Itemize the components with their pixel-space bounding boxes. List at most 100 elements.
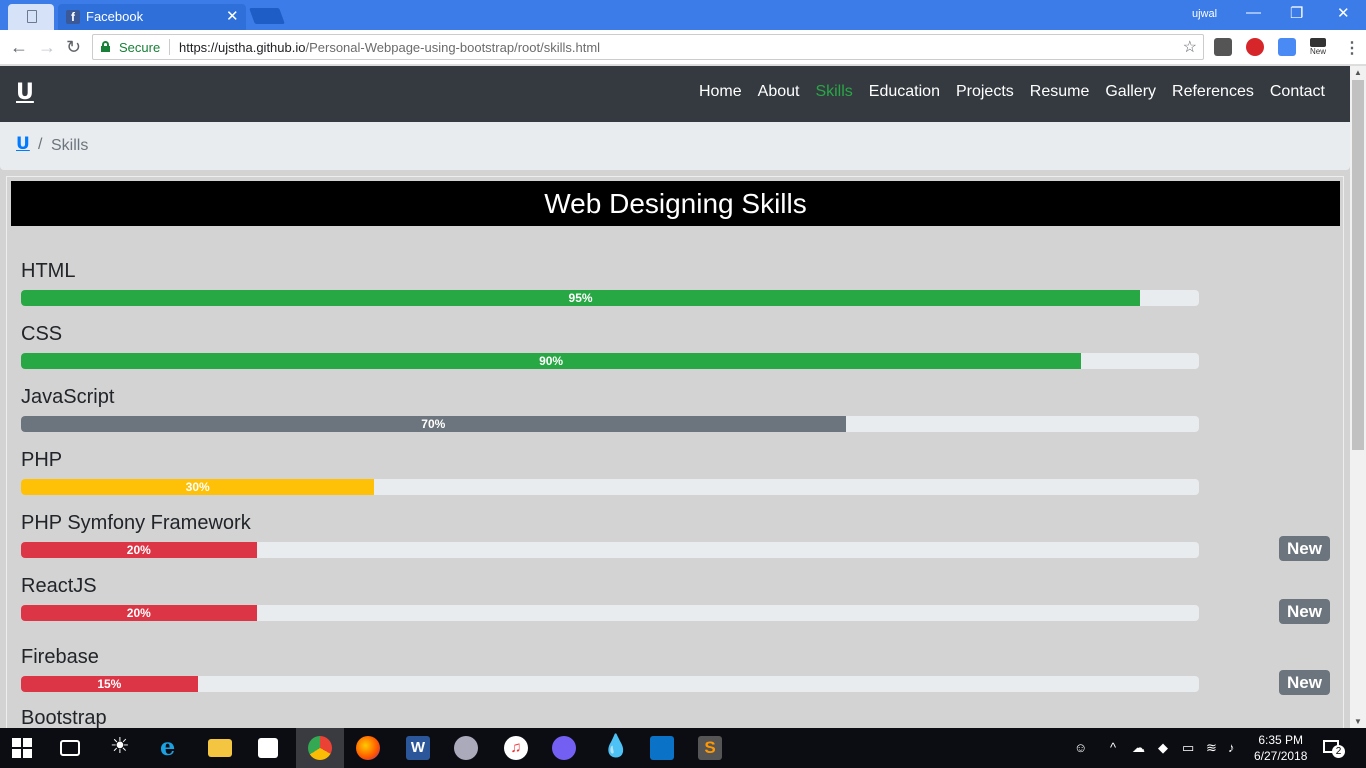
skill-name: PHP Symfony Framework [21,512,251,534]
scroll-down-icon[interactable]: ▼ [1354,717,1362,726]
progress-bar: 20% [21,605,1199,621]
page-scrollbar[interactable]: ▲ ▼ [1350,66,1366,728]
progress-fill: 20% [21,605,257,621]
onedrive-icon[interactable]: ☁ [1132,740,1145,756]
new-badge: New [1279,670,1330,695]
edge-browser-icon[interactable]: e [160,732,184,761]
nav-link-contact[interactable]: Contact [1270,83,1325,101]
progress-bar: 70% [21,416,1199,432]
url-text[interactable]: https://ujstha.github.io/Personal-Webpag… [179,40,600,55]
forward-arrow-icon[interactable]: → [38,37,56,58]
adblock-extension-icon[interactable] [1246,38,1264,56]
droplet-icon[interactable]: 💧 [602,733,629,758]
progress-fill: 95% [21,290,1141,306]
divider [169,39,170,55]
itunes-icon[interactable]: ♫ [504,736,528,760]
profile-name[interactable]: ujwal [1192,8,1217,20]
document-icon [27,10,37,23]
nav-link-about[interactable]: About [758,83,800,101]
windows-start-icon[interactable] [12,738,32,758]
dropbox-icon[interactable]: ◆ [1158,740,1168,756]
site-navbar: U Home About Skills Education Projects Resume… [0,66,1350,122]
close-window-button[interactable]: ✕ [1337,4,1350,22]
extension-new-icon[interactable]: New [1307,38,1329,58]
address-bar[interactable]: Secure https://ujstha.github.io/Personal… [92,34,1204,60]
nav-links: Home About Skills Education Projects Resume Ga… [699,83,1325,101]
chrome-icon[interactable] [308,736,332,760]
skill-name: PHP [21,449,63,471]
progress-fill: 20% [21,542,257,558]
scroll-thumb[interactable] [1352,80,1364,450]
nav-link-resume[interactable]: Resume [1030,83,1090,101]
tray-chevron-up-icon[interactable]: ^ [1110,740,1116,755]
task-view-icon[interactable] [60,740,80,756]
viber-icon[interactable] [552,736,576,760]
skill-name: CSS [21,323,63,345]
progress-fill: 90% [21,353,1082,369]
clock[interactable]: 6:35 PM 6/27/2018 [1254,732,1307,764]
word-icon[interactable]: W [406,736,430,760]
minimize-button[interactable]: — [1246,4,1261,21]
skill-name: ReactJS [21,575,97,597]
tab-inactive[interactable] [8,4,54,30]
skill-name: Bootstrap [21,707,107,728]
progress-bar: 30% [21,479,1199,495]
battery-icon[interactable]: ▭ [1182,740,1194,756]
progress-bar: 15% [21,676,1199,692]
new-badge: New [1279,536,1330,561]
back-arrow-icon[interactable]: ← [10,37,28,58]
action-center-icon[interactable]: 2 [1323,738,1345,758]
new-badge: New [1279,599,1330,624]
secure-label: Secure [119,40,161,55]
new-tab-button[interactable] [249,8,285,24]
nav-link-references[interactable]: References [1172,83,1254,101]
progress-fill: 15% [21,676,198,692]
windows-taskbar: ☀ e W ♫ 💧 S ☺ ^ ☁ ◆ ▭ ≋ ♪ 6:35 PM 6/27/20… [0,728,1366,768]
progress-fill: 70% [21,416,846,432]
settings-app-icon[interactable] [454,736,478,760]
notification-count: 2 [1332,745,1345,758]
scroll-up-icon[interactable]: ▲ [1354,68,1362,77]
page-viewport: U Home About Skills Education Projects Resume… [0,66,1350,728]
people-icon[interactable]: ☺ [1074,740,1087,755]
vscode-icon[interactable] [650,736,674,760]
breadcrumb: U / Skills [0,122,1350,170]
breadcrumb-home-link[interactable]: U [16,134,30,154]
nav-link-gallery[interactable]: Gallery [1105,83,1156,101]
skill-name: HTML [21,260,76,282]
store-icon[interactable] [258,738,278,758]
skill-name: Firebase [21,646,99,668]
facebook-icon: f [66,10,80,24]
breadcrumb-separator: / [38,136,43,153]
nav-link-education[interactable]: Education [869,83,940,101]
volume-icon[interactable]: ♪ [1228,740,1235,755]
wifi-icon[interactable]: ≋ [1206,740,1217,756]
firefox-icon[interactable] [356,736,380,760]
progress-bar: 95% [21,290,1199,306]
nav-link-home[interactable]: Home [699,83,742,101]
browser-toolbar: ← → ↻ Secure https://ujstha.github.io/Pe… [0,30,1366,65]
bookmark-star-icon[interactable]: ☆ [1183,37,1197,57]
brightness-icon[interactable]: ☀ [110,733,134,758]
translate-extension-icon[interactable] [1278,38,1296,56]
nav-link-projects[interactable]: Projects [956,83,1014,101]
restore-button[interactable]: ❐ [1290,4,1303,22]
brand-logo[interactable]: U [16,80,34,105]
file-explorer-icon[interactable] [208,739,232,757]
progress-bar: 90% [21,353,1199,369]
progress-fill: 30% [21,479,375,495]
sublime-text-icon[interactable]: S [698,736,722,760]
skill-name: JavaScript [21,386,115,408]
evernote-extension-icon[interactable] [1214,38,1232,56]
nav-link-skills[interactable]: Skills [815,83,852,101]
browser-tab-strip: f Facebook ✕ ujwal — ❐ ✕ [0,0,1366,30]
tab-facebook[interactable]: f Facebook ✕ [58,4,246,30]
close-tab-icon[interactable]: ✕ [226,7,239,25]
breadcrumb-current: Skills [51,137,89,154]
section-title: Web Designing Skills [11,181,1340,226]
browser-menu-icon[interactable]: ⋮ [1344,38,1360,58]
skills-card: Web Designing Skills HTML 95% CSS 90% JavaSc… [6,176,1344,728]
tab-title: Facebook [86,9,144,24]
reload-icon[interactable]: ↻ [66,37,81,58]
lock-icon [101,41,110,52]
